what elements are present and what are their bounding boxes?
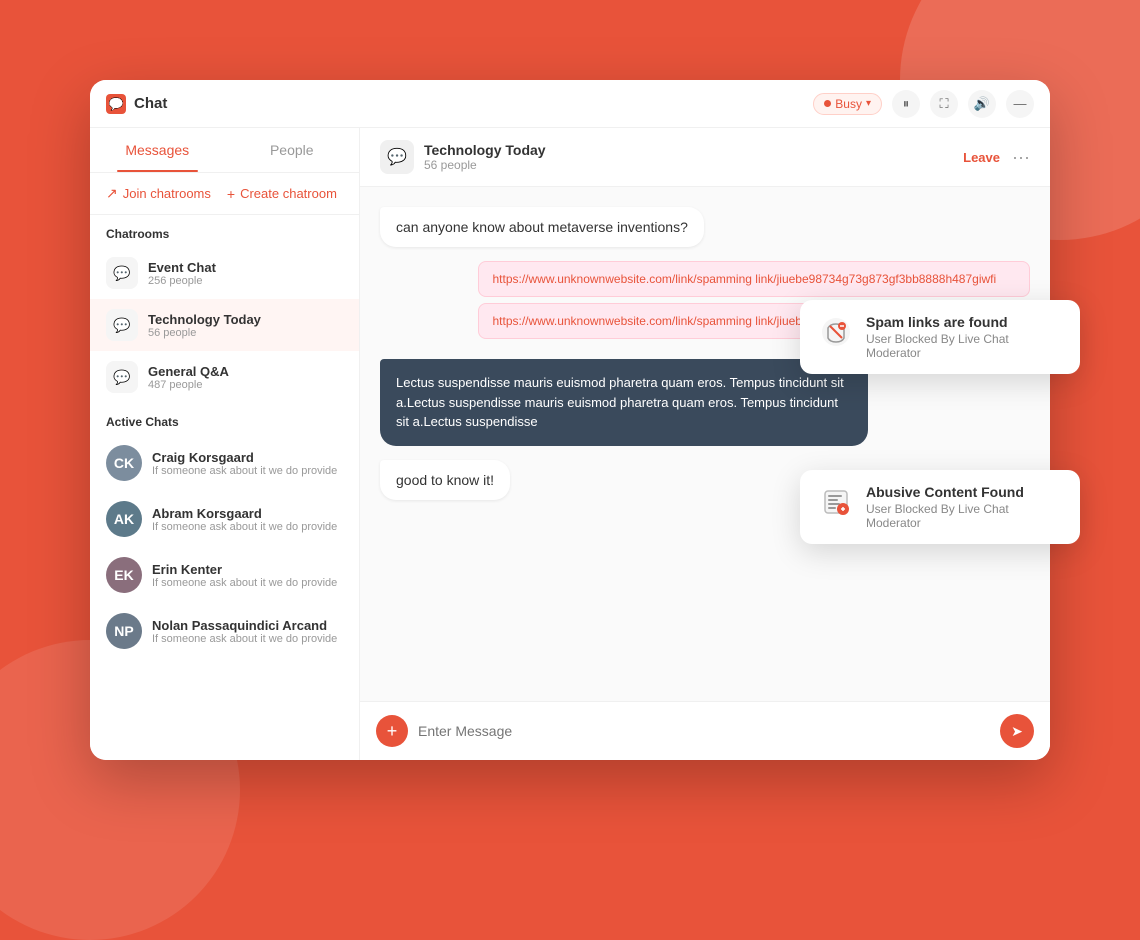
person-status-craig: If someone ask about it we do provide: [152, 465, 337, 477]
person-item-erin[interactable]: EK Erin Kenter If someone ask about it w…: [90, 547, 359, 603]
person-item-nolan[interactable]: NP Nolan Passaquindici Arcand If someone…: [90, 603, 359, 659]
notification-abusive-title: Abusive Content Found: [866, 484, 1062, 500]
join-chatrooms-link[interactable]: ↗ Join chatrooms: [106, 185, 211, 202]
chat-app-icon: [106, 94, 126, 114]
person-name-nolan: Nolan Passaquindici Arcand: [152, 618, 337, 633]
notification-spam-title: Spam links are found: [866, 314, 1062, 330]
person-status-abram: If someone ask about it we do provide: [152, 521, 337, 533]
chat-area: 💬 Technology Today 56 people Leave ··· c…: [360, 128, 1050, 760]
room-count-technology: 56 people: [148, 327, 261, 339]
title-bar-left: Chat: [106, 94, 167, 114]
room-count-general: 487 people: [148, 379, 229, 391]
notification-abusive-text: Abusive Content Found User Blocked By Li…: [866, 484, 1062, 530]
expand-button[interactable]: ⛶: [930, 90, 958, 118]
room-count-event: 256 people: [148, 275, 216, 287]
person-info-erin: Erin Kenter If someone ask about it we d…: [152, 562, 337, 589]
chat-header-left: 💬 Technology Today 56 people: [380, 140, 546, 174]
send-button[interactable]: ➤: [1000, 714, 1034, 748]
window-title: Chat: [134, 95, 167, 112]
spam-link-1: https://www.unknownwebsite.com/link/spam…: [478, 261, 1031, 297]
chat-header: 💬 Technology Today 56 people Leave ···: [360, 128, 1050, 187]
pause-button[interactable]: ⏸: [892, 90, 920, 118]
person-item-abram[interactable]: AK Abram Korsgaard If someone ask about …: [90, 491, 359, 547]
chatrooms-section-label: Chatrooms: [90, 215, 359, 247]
status-badge[interactable]: Busy ▾: [813, 93, 882, 115]
chevron-down-icon: ▾: [866, 98, 871, 109]
person-name-abram: Abram Korsgaard: [152, 506, 337, 521]
room-name-technology: Technology Today: [148, 312, 261, 327]
person-info-abram: Abram Korsgaard If someone ask about it …: [152, 506, 337, 533]
room-info-general: General Q&A 487 people: [148, 364, 229, 391]
chat-header-right: Leave ···: [963, 147, 1030, 168]
chat-window: Chat Busy ▾ ⏸ ⛶ 🔊 — Messages People ↗: [90, 80, 1050, 760]
main-layout: Messages People ↗ Join chatrooms + Creat…: [90, 128, 1050, 760]
chatroom-item-technology[interactable]: 💬 Technology Today 56 people: [90, 299, 359, 351]
spam-notification-icon: [818, 314, 854, 350]
tab-messages[interactable]: Messages: [90, 128, 225, 172]
room-name-general: General Q&A: [148, 364, 229, 379]
plus-icon: +: [227, 186, 235, 202]
chatroom-item-general[interactable]: 💬 General Q&A 487 people: [90, 351, 359, 403]
title-bar: Chat Busy ▾ ⏸ ⛶ 🔊 —: [90, 80, 1050, 128]
person-name-erin: Erin Kenter: [152, 562, 337, 577]
person-status-erin: If someone ask about it we do provide: [152, 577, 337, 589]
chat-room-info: Technology Today 56 people: [424, 142, 546, 172]
avatar-abram: AK: [106, 501, 142, 537]
avatar-craig: CK: [106, 445, 142, 481]
notification-abusive-subtitle: User Blocked By Live Chat Moderator: [866, 502, 1062, 530]
person-info-craig: Craig Korsgaard If someone ask about it …: [152, 450, 337, 477]
person-name-craig: Craig Korsgaard: [152, 450, 337, 465]
create-label: Create chatroom: [240, 186, 337, 201]
avatar-erin: EK: [106, 557, 142, 593]
status-dot: [824, 100, 831, 107]
person-item-craig[interactable]: CK Craig Korsgaard If someone ask about …: [90, 435, 359, 491]
notification-spam-subtitle: User Blocked By Live Chat Moderator: [866, 332, 1062, 360]
notification-spam-text: Spam links are found User Blocked By Liv…: [866, 314, 1062, 360]
join-label: Join chatrooms: [123, 186, 211, 201]
leave-button[interactable]: Leave: [963, 150, 1000, 165]
status-label: Busy: [835, 97, 862, 111]
messages-container: can anyone know about metaverse inventio…: [360, 187, 1050, 701]
join-icon: ↗: [106, 185, 118, 202]
message-input[interactable]: [418, 723, 990, 739]
active-chats-section-label: Active Chats: [90, 403, 359, 435]
title-bar-right: Busy ▾ ⏸ ⛶ 🔊 —: [813, 90, 1034, 118]
chat-room-name: Technology Today: [424, 142, 546, 158]
notification-abusive: Abusive Content Found User Blocked By Li…: [800, 470, 1080, 544]
create-chatroom-link[interactable]: + Create chatroom: [227, 186, 337, 202]
notification-spam: Spam links are found User Blocked By Liv…: [800, 300, 1080, 374]
chat-room-icon: 💬: [380, 140, 414, 174]
message-bubble-dark: Lectus suspendisse mauris euismod pharet…: [380, 359, 868, 446]
room-info-event: Event Chat 256 people: [148, 260, 216, 287]
message-bubble-good: good to know it!: [380, 460, 510, 500]
sidebar: Messages People ↗ Join chatrooms + Creat…: [90, 128, 360, 760]
tabs: Messages People: [90, 128, 359, 173]
minimize-button[interactable]: —: [1006, 90, 1034, 118]
person-status-nolan: If someone ask about it we do provide: [152, 633, 337, 645]
chatroom-item-event[interactable]: 💬 Event Chat 256 people: [90, 247, 359, 299]
volume-button[interactable]: 🔊: [968, 90, 996, 118]
room-name-event: Event Chat: [148, 260, 216, 275]
more-options-button[interactable]: ···: [1012, 147, 1030, 168]
message-dark: Lectus suspendisse mauris euismod pharet…: [380, 359, 868, 446]
room-icon-general: 💬: [106, 361, 138, 393]
room-icon-event: 💬: [106, 257, 138, 289]
room-icon-technology: 💬: [106, 309, 138, 341]
abusive-notification-icon: [818, 484, 854, 520]
message-1: can anyone know about metaverse inventio…: [380, 207, 704, 247]
person-info-nolan: Nolan Passaquindici Arcand If someone as…: [152, 618, 337, 645]
tab-people[interactable]: People: [225, 128, 360, 172]
chat-room-people: 56 people: [424, 158, 546, 172]
add-attachment-button[interactable]: +: [376, 715, 408, 747]
message-input-area: + ➤: [360, 701, 1050, 760]
room-info-technology: Technology Today 56 people: [148, 312, 261, 339]
avatar-nolan: NP: [106, 613, 142, 649]
sidebar-actions: ↗ Join chatrooms + Create chatroom: [90, 173, 359, 215]
message-bubble-1: can anyone know about metaverse inventio…: [380, 207, 704, 247]
message-good: good to know it!: [380, 460, 510, 500]
